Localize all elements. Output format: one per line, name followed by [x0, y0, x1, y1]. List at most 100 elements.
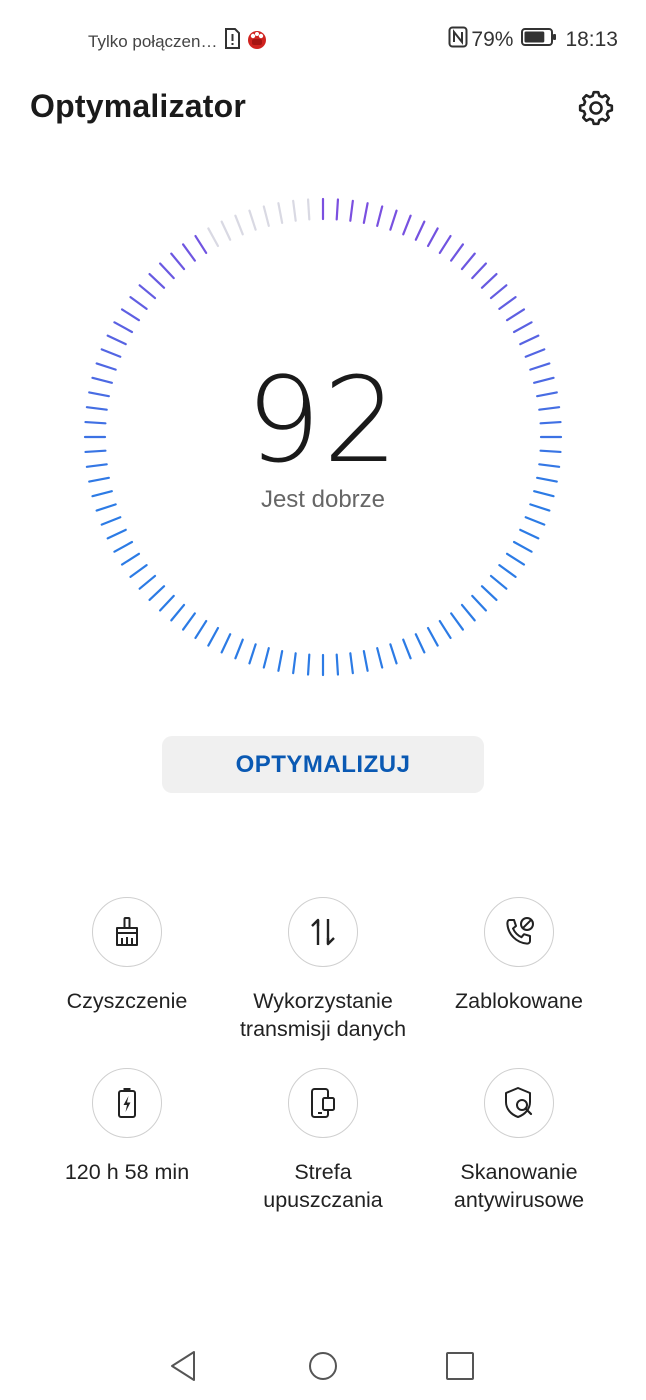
gauge-tick-active: [460, 252, 476, 271]
gauge-tick-active: [389, 643, 398, 665]
gauge-tick-active: [106, 334, 127, 346]
tool-label-line: Skanowanie: [460, 1160, 578, 1184]
gauge-tick-active: [138, 284, 157, 300]
gauge-tick-active: [402, 638, 412, 660]
gauge-tick-inactive: [248, 209, 257, 231]
page-title: Optymalizator: [30, 88, 246, 124]
tool-label: 120 h 58 min: [22, 1158, 232, 1186]
tool-label-line: Strefa: [294, 1160, 352, 1184]
gauge-tick-active: [158, 594, 175, 612]
gauge-tick-active: [106, 528, 127, 540]
settings-button[interactable]: [576, 88, 616, 128]
gauge-tick-active: [414, 633, 426, 654]
tool-label: Zablokowane: [414, 987, 624, 1015]
huawei-app-icon: [246, 28, 268, 56]
gauge-tick-active: [512, 321, 533, 334]
recents-button[interactable]: [440, 1346, 480, 1386]
tool-label-line: upuszczania: [263, 1188, 383, 1212]
back-icon: [171, 1351, 195, 1381]
data-transfer-icon: [311, 918, 335, 946]
gauge-tick-active: [519, 528, 540, 540]
blocked-circle: [484, 897, 554, 967]
tool-cleanup[interactable]: Czyszczenie: [22, 897, 232, 1015]
gauge-tick-active: [349, 199, 354, 222]
tool-label-line: transmisji danych: [239, 1017, 407, 1041]
tool-battery[interactable]: 120 h 58 min: [22, 1068, 232, 1186]
gauge-tick-active: [262, 647, 270, 669]
gauge-tick-active: [158, 262, 175, 280]
drop-zone-circle: [288, 1068, 358, 1138]
virus-scan-icon: [505, 1087, 533, 1118]
back-button[interactable]: [164, 1346, 204, 1386]
gauge-tick-active: [248, 643, 257, 665]
gauge-tick-active: [113, 321, 134, 334]
battery-charge-icon: [118, 1088, 136, 1118]
gauge-tick-active: [129, 564, 148, 578]
gauge-tick-active: [414, 220, 426, 241]
gauge-tick-active: [480, 585, 498, 602]
gauge-tick-active: [182, 612, 196, 631]
home-icon: [309, 1352, 337, 1380]
optimize-button[interactable]: OPTYMALIZUJ: [162, 736, 484, 793]
gear-icon: [578, 90, 614, 126]
gauge-tick-active: [450, 612, 464, 631]
tool-label-line: antywirusowe: [453, 1188, 585, 1212]
gauge-tick-active: [438, 619, 452, 640]
tool-data-usage[interactable]: Wykorzystanie transmisji danych: [218, 897, 428, 1043]
gauge-tick-active: [194, 234, 208, 255]
gauge-tick-inactive: [220, 220, 232, 241]
tool-label-line: Wykorzystanie: [253, 989, 393, 1013]
gauge-tick-active: [426, 626, 439, 647]
gauge-tick-active: [148, 272, 166, 289]
gauge-tick-active: [460, 603, 476, 622]
drop-zone-icon: [311, 1088, 335, 1118]
tool-label-line: Czyszczenie: [66, 989, 188, 1013]
tool-label: Strefa upuszczania: [218, 1158, 428, 1214]
sim-alert-icon: [223, 28, 241, 56]
gauge-tick-inactive: [234, 214, 244, 236]
gauge-tick-active: [148, 585, 166, 602]
gauge-tick-active: [498, 296, 517, 310]
clock: 18:13: [565, 28, 618, 51]
gauge-tick-active: [335, 198, 340, 221]
tool-label-line: Zablokowane: [455, 989, 583, 1013]
gauge-tick-active: [100, 516, 122, 526]
gauge-tick-active: [376, 647, 384, 669]
gauge-tick-active: [426, 227, 439, 248]
gauge-tick-active: [524, 516, 546, 526]
recents-icon: [446, 1352, 474, 1380]
gauge-tick-active: [512, 540, 533, 553]
cleanup-circle: [92, 897, 162, 967]
gauge-tick-active: [170, 603, 186, 622]
blocked-call-icon: [506, 917, 534, 945]
gauge-tick-inactive: [207, 227, 220, 248]
carrier-text: Tylko połączen…: [88, 32, 218, 51]
gauge-tick-active: [129, 296, 148, 310]
gauge-tick-active: [234, 638, 244, 660]
gauge-tick-inactive: [292, 199, 297, 222]
score-status: Jest dobrze: [260, 486, 386, 513]
tool-drop-zone[interactable]: Strefa upuszczania: [218, 1068, 428, 1214]
gauge-tick-active: [362, 650, 369, 672]
gauge-tick-active: [170, 252, 186, 271]
tool-label: Skanowanie antywirusowe: [414, 1158, 624, 1214]
tool-blocked[interactable]: Zablokowane: [414, 897, 624, 1015]
gauge-tick-active: [389, 209, 398, 231]
gauge-tick-active: [194, 619, 208, 640]
gauge-tick-inactive: [277, 202, 284, 224]
status-left: Tylko połączen…: [88, 28, 268, 56]
gauge-tick-inactive: [306, 198, 311, 221]
gauge-tick-active: [505, 308, 526, 322]
navigation-bar: [0, 1330, 646, 1400]
nfc-icon: [448, 26, 468, 54]
gauge-tick-active: [480, 272, 498, 289]
home-button[interactable]: [303, 1346, 343, 1386]
gauge-tick-inactive: [262, 205, 270, 227]
tool-virus-scan[interactable]: Skanowanie antywirusowe: [414, 1068, 624, 1214]
gauge-tick-active: [306, 653, 311, 676]
gauge-tick-active: [498, 564, 517, 578]
gauge-tick-active: [138, 574, 157, 590]
gauge-tick-active: [489, 284, 508, 300]
broom-icon: [116, 917, 138, 946]
gauge-tick-active: [182, 243, 196, 262]
